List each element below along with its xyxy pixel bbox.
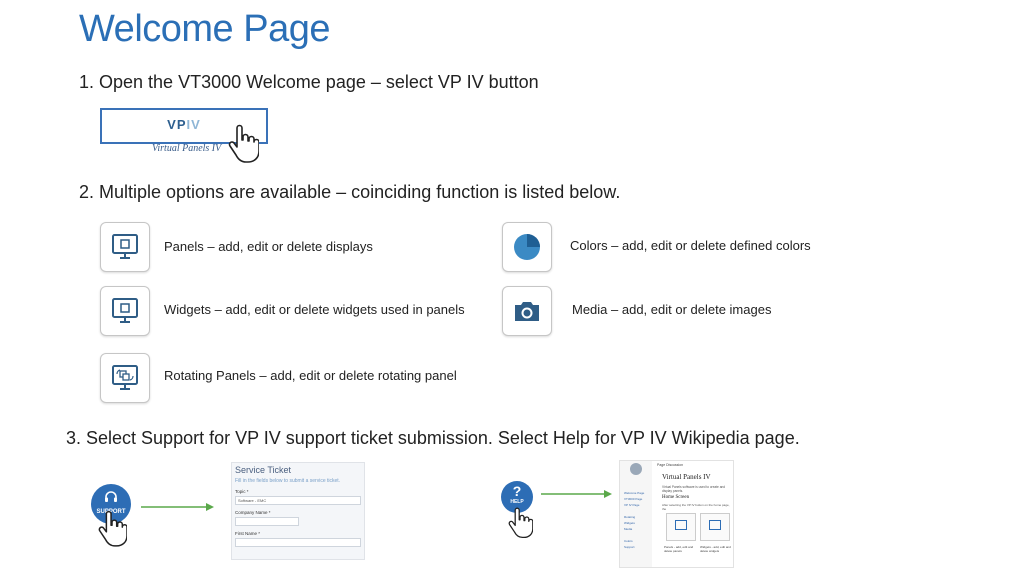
pointer-hand-icon	[98, 510, 127, 547]
wiki-heading: Virtual Panels IV	[662, 473, 711, 481]
wiki-side-link: Support	[624, 545, 635, 549]
ticket-hint: Fill in the fields below to submit a ser…	[235, 478, 341, 484]
panels-description: Panels – add, edit or delete displays	[164, 239, 373, 254]
wiki-side-link: Widgets	[624, 521, 635, 525]
ticket-company-label: Company Name *	[235, 510, 271, 515]
ticket-topic-label: Topic *	[235, 489, 249, 494]
right-arrow-icon	[141, 503, 214, 511]
pie-chart-icon	[514, 234, 540, 260]
monitor-icon	[112, 298, 138, 323]
page-title: Welcome Page	[79, 8, 330, 50]
wiki-sidebar: Welcome Page VT3000 Page VP IV Page Rota…	[620, 461, 652, 567]
wiki-tabs: Page Discussion	[657, 463, 684, 467]
ticket-title: Service Ticket	[235, 465, 292, 475]
media-description: Media – add, edit or delete images	[572, 302, 772, 317]
wiki-widgets-thumbnail	[700, 513, 730, 541]
monitor-icon	[112, 234, 138, 259]
wiki-panels-thumbnail	[666, 513, 696, 541]
camera-icon	[515, 302, 539, 321]
wiki-intro: Virtual Panels software is used to creat…	[662, 485, 726, 493]
wiki-text: After selecting the VP IV button on the …	[662, 503, 730, 511]
vp-iv-subtitle: Virtual Panels IV	[152, 143, 222, 154]
wiki-subheading: Home Screen	[662, 495, 690, 500]
step-2-text: 2. Multiple options are available – coin…	[79, 182, 621, 202]
pointer-hand-icon	[228, 124, 259, 163]
widgets-description: Widgets – add, edit or delete widgets us…	[164, 302, 465, 317]
headset-icon	[105, 491, 117, 502]
ticket-company-input	[235, 517, 299, 526]
wiki-logo-icon	[630, 463, 642, 475]
wiki-side-link: VT3000 Page	[624, 497, 643, 501]
panels-button[interactable]	[100, 222, 150, 272]
ticket-topic-select: Software - EMC	[235, 496, 361, 505]
wiki-page-screenshot: Welcome Page VT3000 Page VP IV Page Rota…	[619, 460, 734, 568]
rotating-monitor-icon	[112, 365, 138, 390]
step-1-text: 1. Open the VT3000 Welcome page – select…	[79, 72, 539, 92]
widgets-button[interactable]	[100, 286, 150, 336]
pointer-hand-icon	[508, 507, 533, 539]
step-3-text: 3. Select Support for VP IV support tick…	[66, 428, 800, 448]
rotating-panels-button[interactable]	[100, 353, 150, 403]
media-button[interactable]	[502, 286, 552, 336]
colors-button[interactable]	[502, 222, 552, 272]
wiki-side-link: Rotating	[624, 515, 636, 519]
ticket-first-name-input	[235, 538, 361, 547]
wiki-side-link: Media	[624, 527, 633, 531]
wiki-side-link: Colors	[624, 539, 633, 543]
wiki-caption-panels: Panels - add, edit and delete panels	[664, 545, 694, 553]
wiki-side-link: VP IV Page	[624, 503, 640, 507]
rotating-panels-description: Rotating Panels – add, edit or delete ro…	[164, 368, 457, 383]
colors-description: Colors – add, edit or delete defined col…	[570, 238, 811, 253]
wiki-side-link: Welcome Page	[624, 491, 645, 495]
service-ticket-screenshot: Service Ticket Fill in the fields below …	[231, 462, 365, 560]
right-arrow-icon	[541, 490, 612, 498]
question-mark-icon: ?	[512, 483, 522, 499]
ticket-first-name-label: First Name *	[235, 531, 261, 536]
wiki-caption-widgets: Widgets - add, edit and delete widgets	[700, 545, 731, 553]
help-label: HELP	[510, 499, 524, 505]
